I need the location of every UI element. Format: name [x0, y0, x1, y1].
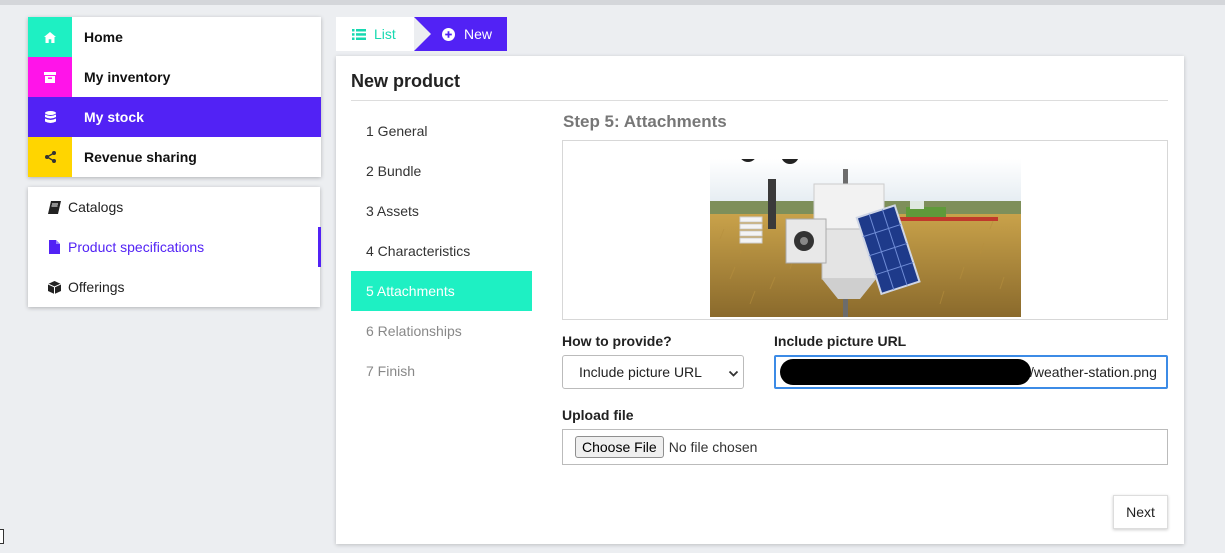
breadcrumb: List New: [336, 17, 507, 51]
new-product-panel: New product 1 General 2 Bundle 3 Assets …: [336, 56, 1184, 544]
top-border: [0, 0, 1225, 5]
step-list: 1 General 2 Bundle 3 Assets 4 Characteri…: [351, 111, 532, 391]
new-label: New: [464, 26, 493, 42]
picture-url-input[interactable]: /weather-station.png: [774, 355, 1168, 389]
upload-file-field: Choose File No file chosen: [562, 429, 1168, 465]
menu-label: My stock: [84, 109, 144, 125]
sub-item-label: Catalogs: [68, 199, 124, 215]
cube-icon: [47, 280, 61, 294]
menu-item-stock[interactable]: My stock: [28, 97, 321, 137]
step-bundle[interactable]: 2 Bundle: [351, 151, 532, 191]
sub-item-label: Product specifications: [68, 239, 205, 255]
upload-file-label: Upload file: [562, 407, 634, 423]
sub-item-catalogs[interactable]: Catalogs: [28, 187, 320, 227]
step-attachments[interactable]: 5 Attachments: [351, 271, 532, 311]
step-assets[interactable]: 3 Assets: [351, 191, 532, 231]
share-icon: [28, 137, 72, 177]
choose-file-button[interactable]: Choose File: [575, 436, 664, 458]
menu-item-home[interactable]: Home: [28, 17, 321, 57]
no-file-text: No file chosen: [668, 439, 758, 455]
archive-icon: [28, 57, 72, 97]
next-button[interactable]: Next: [1113, 495, 1168, 529]
plus-circle-icon: [442, 27, 455, 41]
step-general[interactable]: 1 General: [351, 111, 532, 151]
step-heading: Step 5: Attachments: [563, 112, 727, 131]
new-tab[interactable]: New: [414, 17, 507, 51]
attachment-preview: [562, 140, 1168, 320]
how-to-provide-select[interactable]: Include picture URL: [562, 355, 744, 389]
main-menu: Home My inventory My stock Revenue shari…: [28, 17, 321, 177]
sub-item-label: Offerings: [68, 279, 125, 295]
list-label: List: [374, 26, 396, 42]
sub-menu: Catalogs Product specifications Offering…: [28, 187, 321, 307]
step-characteristics[interactable]: 4 Characteristics: [351, 231, 532, 271]
book-icon: [47, 200, 61, 214]
select-value: Include picture URL: [579, 364, 702, 380]
menu-label: Revenue sharing: [84, 149, 197, 165]
database-icon: [28, 97, 72, 137]
file-icon: [47, 240, 61, 254]
how-to-provide-label: How to provide?: [562, 333, 672, 349]
divider: [351, 100, 1168, 101]
menu-item-inventory[interactable]: My inventory: [28, 57, 321, 97]
redacted-region: [780, 359, 1031, 385]
sub-item-offerings[interactable]: Offerings: [28, 267, 320, 307]
list-tab[interactable]: List: [336, 17, 414, 51]
step-relationships: 6 Relationships: [366, 323, 462, 339]
picture-url-label: Include picture URL: [774, 333, 907, 349]
chevron-down-icon: [728, 366, 739, 382]
scroll-marker: [0, 529, 4, 544]
menu-label: Home: [84, 29, 123, 45]
page-title: New product: [351, 71, 461, 91]
sub-item-product-specifications[interactable]: Product specifications: [28, 227, 321, 267]
list-icon: [352, 28, 366, 40]
menu-label: My inventory: [84, 69, 171, 85]
url-value: /weather-station.png: [1030, 364, 1157, 380]
weather-station-image: [710, 159, 1021, 317]
home-icon: [28, 17, 72, 57]
menu-item-revenue[interactable]: Revenue sharing: [28, 137, 321, 177]
step-finish: 7 Finish: [366, 363, 416, 379]
